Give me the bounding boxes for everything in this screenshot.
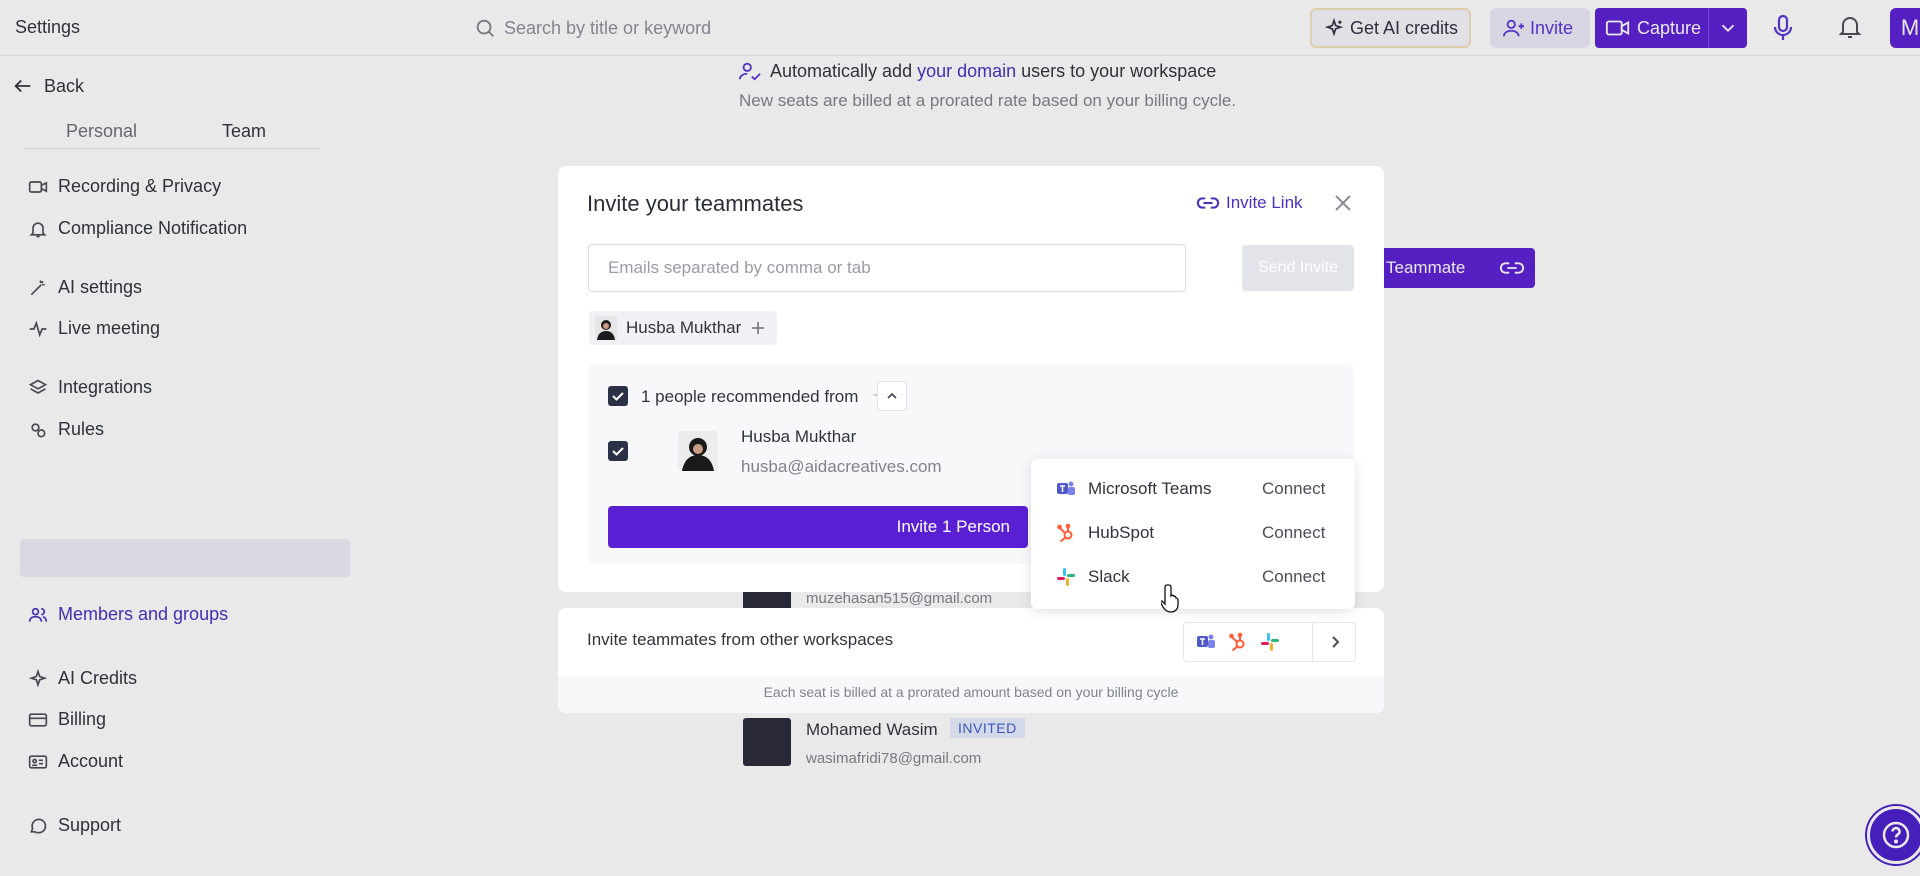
hand-cursor-icon [1161, 584, 1179, 613]
slack-icon [1057, 568, 1075, 586]
connect-link[interactable]: Connect [1262, 479, 1325, 499]
select-all-checkbox[interactable] [608, 386, 628, 406]
slack-icon [1261, 633, 1279, 651]
connect-link[interactable]: Connect [1262, 567, 1325, 587]
suggested-person-chip[interactable]: Husba Mukthar [589, 311, 778, 345]
chevron-right-icon [1332, 636, 1340, 648]
collapse-toggle[interactable] [877, 381, 907, 411]
teams-icon [1197, 634, 1215, 648]
hubspot-icon [1229, 632, 1245, 652]
integrations-dropdown: Microsoft Teams Connect HubSpot Connect … [1031, 459, 1355, 609]
check-icon [612, 392, 624, 401]
recommended-header: 1 people recommended from [641, 384, 896, 410]
dropdown-item-slack[interactable]: Slack Connect [1031, 555, 1355, 599]
invite-link-label: Invite Link [1226, 193, 1303, 212]
recommended-text: recommended from [710, 387, 859, 406]
person-name: Husba Mukthar [741, 427, 857, 446]
person-checkbox[interactable] [608, 441, 628, 461]
dropdown-item-hubspot[interactable]: HubSpot Connect [1031, 511, 1355, 555]
workspace-integrations-button[interactable] [1183, 622, 1356, 662]
other-workspaces-title: Invite teammates from other workspaces [587, 630, 894, 649]
chip-avatar [595, 316, 617, 340]
invite-person-label: Invite 1 Person [896, 517, 1010, 536]
hubspot-icon [1057, 523, 1073, 543]
person-email: husba@aidacreatives.com [741, 457, 942, 476]
invite-person-button[interactable]: Invite 1 Person [608, 506, 1028, 548]
person-avatar [678, 431, 718, 471]
icon-group-divider [1312, 623, 1313, 661]
invite-link-button[interactable]: Invite Link [1196, 193, 1303, 213]
check-icon [612, 447, 624, 456]
chevron-up-icon [887, 392, 897, 399]
plus-icon [752, 322, 765, 334]
email-input[interactable] [588, 244, 1186, 292]
chip-name: Husba Mukthar [626, 318, 742, 337]
send-invite-button[interactable]: Send Invite [1242, 245, 1354, 291]
modal-title: Invite your teammates [587, 191, 804, 216]
other-workspaces-card: Invite teammates from other workspaces E… [558, 608, 1384, 713]
recommended-count: 1 people [641, 387, 707, 406]
integration-name: Slack [1088, 567, 1130, 586]
teams-icon [1057, 481, 1075, 495]
billing-note: Each seat is billed at a prorated amount… [763, 684, 1179, 700]
close-icon[interactable] [1332, 192, 1354, 214]
integration-name: Microsoft Teams [1088, 479, 1212, 498]
link-icon [1196, 197, 1220, 209]
integration-name: HubSpot [1088, 523, 1155, 542]
dropdown-item-microsoft-teams[interactable]: Microsoft Teams Connect [1031, 467, 1355, 511]
connect-link[interactable]: Connect [1262, 523, 1325, 543]
